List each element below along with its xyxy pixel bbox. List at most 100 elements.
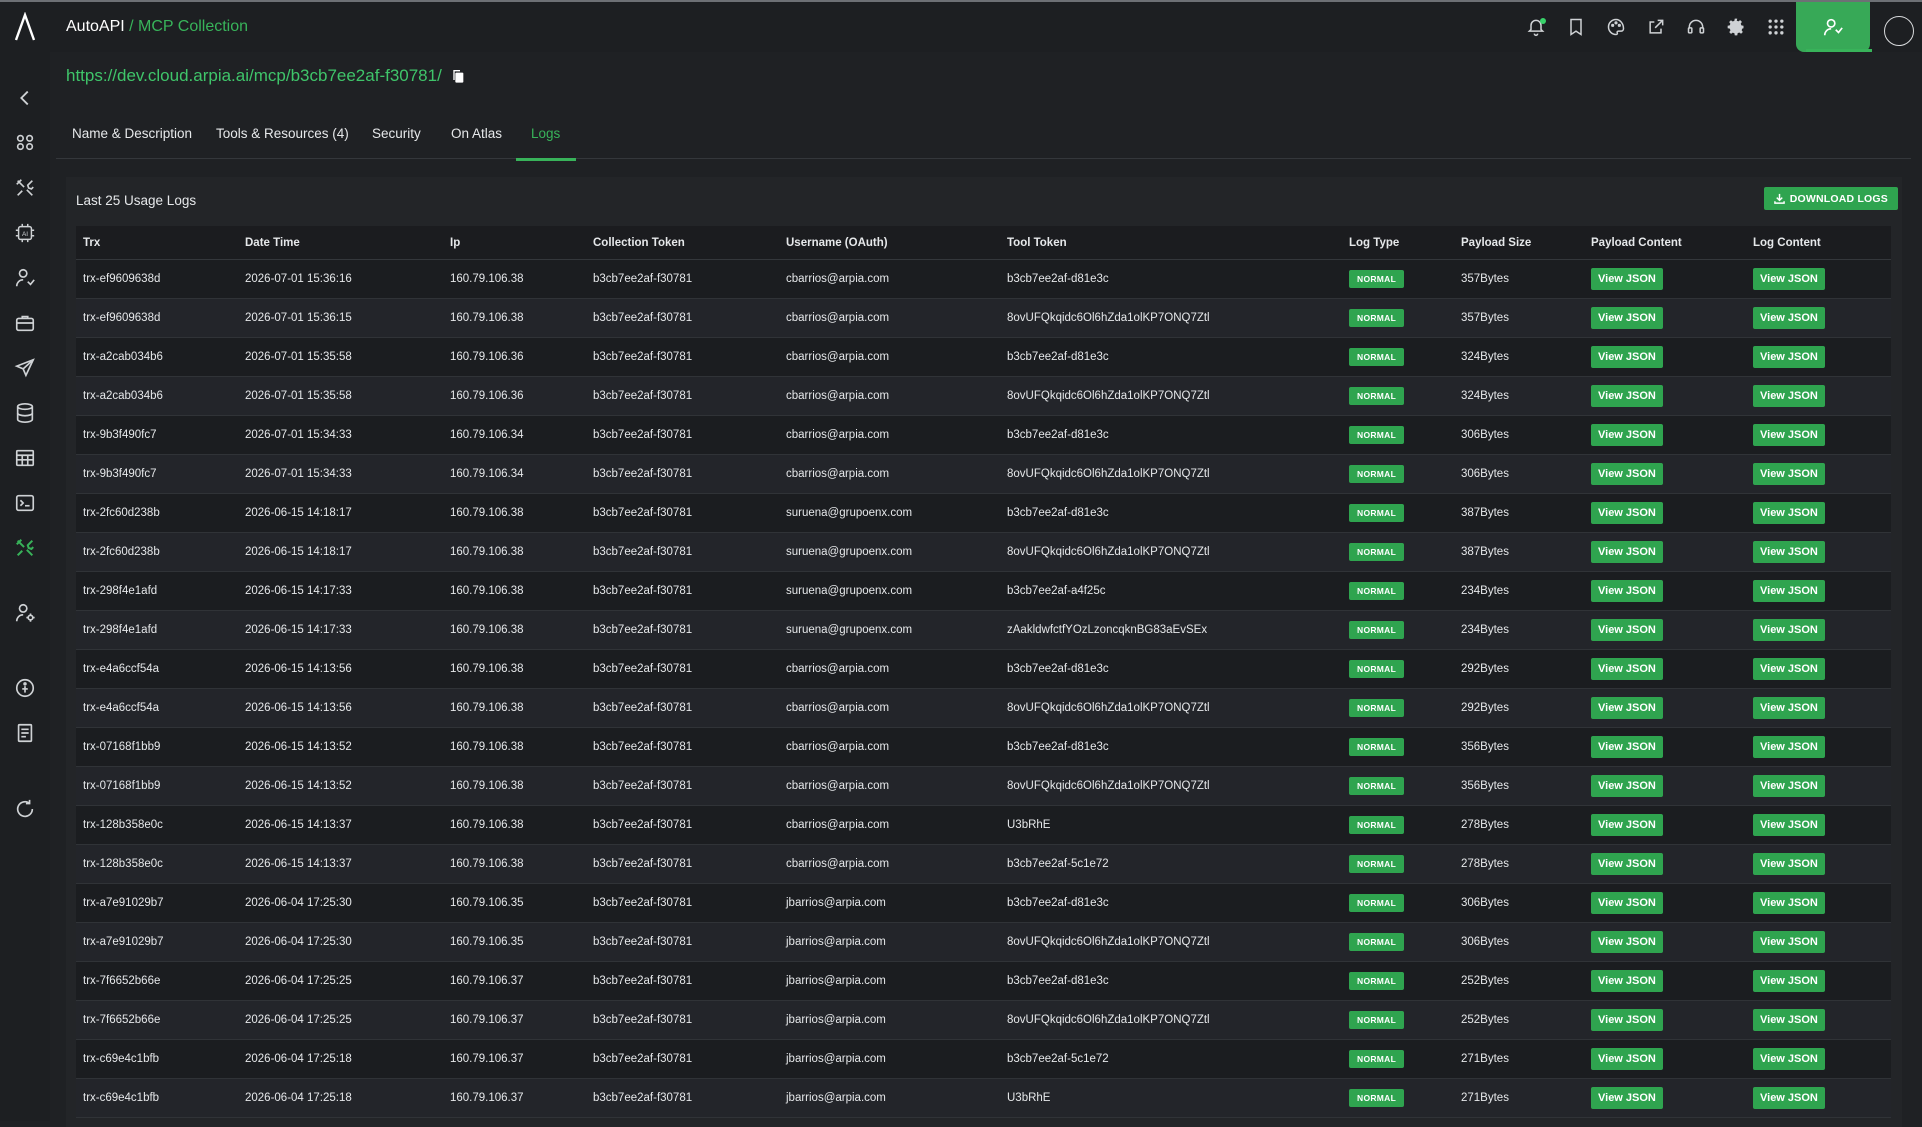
autoapi-icon[interactable] <box>13 536 37 560</box>
briefcase-icon[interactable] <box>13 311 37 335</box>
view-log-json-button[interactable]: View JSON <box>1753 1009 1825 1031</box>
column-header-payload-size[interactable]: Payload Size <box>1454 226 1584 260</box>
table-row[interactable]: trx-ef9609638d 2026-07-01 15:36:15 160.79.… <box>76 298 1891 338</box>
document-icon[interactable] <box>13 721 37 745</box>
modules-icon[interactable] <box>13 130 37 154</box>
view-log-json-button[interactable]: View JSON <box>1753 970 1825 992</box>
view-payload-json-button[interactable]: View JSON <box>1591 736 1663 758</box>
view-payload-json-button[interactable]: View JSON <box>1591 268 1663 290</box>
table-row[interactable]: trx-7f6652b66e 2026-06-04 17:25:25 160.79.… <box>76 961 1891 1001</box>
terminal-icon[interactable] <box>13 491 37 515</box>
table-row[interactable]: trx-298f4e1afd 2026-06-15 14:17:33 160.79.… <box>76 610 1891 650</box>
table-row[interactable]: trx-a7e91029b7 2026-06-04 17:25:30 160.79.… <box>76 883 1891 923</box>
avatar[interactable] <box>1884 16 1914 46</box>
tab-on-atlas[interactable]: On Atlas <box>451 126 502 158</box>
view-payload-json-button[interactable]: View JSON <box>1591 892 1663 914</box>
view-payload-json-button[interactable]: View JSON <box>1591 346 1663 368</box>
view-payload-json-button[interactable]: View JSON <box>1591 775 1663 797</box>
bookmark-icon[interactable] <box>1564 15 1588 39</box>
column-header-log-content[interactable]: Log Content <box>1746 226 1891 260</box>
view-log-json-button[interactable]: View JSON <box>1753 580 1825 602</box>
table-row[interactable]: trx-a7e91029b7 2026-06-04 17:25:30 160.79.… <box>76 922 1891 962</box>
copy-icon[interactable] <box>450 68 466 84</box>
view-log-json-button[interactable]: View JSON <box>1753 697 1825 719</box>
table-row[interactable]: trx-2fc60d238b 2026-06-15 14:18:17 160.79.… <box>76 532 1891 572</box>
view-log-json-button[interactable]: View JSON <box>1753 541 1825 563</box>
view-payload-json-button[interactable]: View JSON <box>1591 463 1663 485</box>
table-row[interactable]: trx-c69e4c1bfb 2026-06-04 17:25:18 160.79.… <box>76 1039 1891 1079</box>
column-header-date-time[interactable]: Date Time <box>238 226 443 260</box>
view-payload-json-button[interactable]: View JSON <box>1591 1048 1663 1070</box>
table-row[interactable]: trx-a2cab034b6 2026-07-01 15:35:58 160.79.… <box>76 376 1891 416</box>
view-payload-json-button[interactable]: View JSON <box>1591 619 1663 641</box>
palette-icon[interactable] <box>1604 15 1628 39</box>
send-icon[interactable] <box>13 356 37 380</box>
view-payload-json-button[interactable]: View JSON <box>1591 931 1663 953</box>
view-payload-json-button[interactable]: View JSON <box>1591 307 1663 329</box>
table-row[interactable]: trx-07168f1bb9 2026-06-15 14:13:52 160.79.… <box>76 727 1891 767</box>
tools-icon[interactable] <box>13 176 37 200</box>
view-payload-json-button[interactable]: View JSON <box>1591 424 1663 446</box>
tab-logs[interactable]: Logs <box>531 126 560 158</box>
view-log-json-button[interactable]: View JSON <box>1753 1087 1825 1109</box>
view-payload-json-button[interactable]: View JSON <box>1591 541 1663 563</box>
help-icon[interactable] <box>13 676 37 700</box>
column-header-collection-token[interactable]: Collection Token <box>586 226 779 260</box>
column-header-tool-token[interactable]: Tool Token <box>1000 226 1342 260</box>
view-log-json-button[interactable]: View JSON <box>1753 619 1825 641</box>
view-log-json-button[interactable]: View JSON <box>1753 502 1825 524</box>
headset-icon[interactable] <box>1684 15 1708 39</box>
collection-url[interactable]: https://dev.cloud.arpia.ai/mcp/b3cb7ee2a… <box>66 66 442 86</box>
view-log-json-button[interactable]: View JSON <box>1753 346 1825 368</box>
view-payload-json-button[interactable]: View JSON <box>1591 697 1663 719</box>
view-log-json-button[interactable]: View JSON <box>1753 463 1825 485</box>
view-log-json-button[interactable]: View JSON <box>1753 892 1825 914</box>
tab-name-description[interactable]: Name & Description <box>72 126 192 158</box>
table-icon[interactable] <box>13 446 37 470</box>
user-network-icon[interactable] <box>13 266 37 290</box>
table-row[interactable]: trx-128b358e0c 2026-06-15 14:13:37 160.79.… <box>76 844 1891 884</box>
view-log-json-button[interactable]: View JSON <box>1753 814 1825 836</box>
view-log-json-button[interactable]: View JSON <box>1753 268 1825 290</box>
view-log-json-button[interactable]: View JSON <box>1753 307 1825 329</box>
view-log-json-button[interactable]: View JSON <box>1753 1048 1825 1070</box>
database-icon[interactable] <box>13 401 37 425</box>
apps-grid-icon[interactable] <box>1764 15 1788 39</box>
column-header-log-type[interactable]: Log Type <box>1342 226 1454 260</box>
user-menu-tab[interactable] <box>1796 2 1872 52</box>
refresh-icon[interactable] <box>13 797 37 821</box>
table-row[interactable]: trx-9b3f490fc7 2026-07-01 15:34:33 160.79.… <box>76 454 1891 494</box>
table-row[interactable]: trx-a2cab034b6 2026-07-01 15:35:58 160.79.… <box>76 337 1891 377</box>
tab-tools-resources[interactable]: Tools & Resources (4) <box>216 126 349 158</box>
view-payload-json-button[interactable]: View JSON <box>1591 580 1663 602</box>
table-row[interactable]: trx-2fc60d238b 2026-06-15 14:18:17 160.79.… <box>76 493 1891 533</box>
tab-security[interactable]: Security <box>372 126 421 158</box>
bell-icon[interactable] <box>1524 15 1548 39</box>
table-row[interactable]: trx-128b358e0c 2026-06-15 14:13:37 160.79.… <box>76 805 1891 845</box>
table-row[interactable]: trx-e4a6ccf54a 2026-06-15 14:13:56 160.79.… <box>76 649 1891 689</box>
view-log-json-button[interactable]: View JSON <box>1753 775 1825 797</box>
view-log-json-button[interactable]: View JSON <box>1753 424 1825 446</box>
arpia-logo-icon[interactable] <box>14 12 36 42</box>
column-header-ip[interactable]: Ip <box>443 226 586 260</box>
view-payload-json-button[interactable]: View JSON <box>1591 502 1663 524</box>
view-payload-json-button[interactable]: View JSON <box>1591 853 1663 875</box>
column-header-username[interactable]: Username (OAuth) <box>779 226 1000 260</box>
view-payload-json-button[interactable]: View JSON <box>1591 1087 1663 1109</box>
view-payload-json-button[interactable]: View JSON <box>1591 1009 1663 1031</box>
view-payload-json-button[interactable]: View JSON <box>1591 814 1663 836</box>
view-log-json-button[interactable]: View JSON <box>1753 931 1825 953</box>
table-row[interactable]: trx-7f6652b66e 2026-06-04 17:25:25 160.79.… <box>76 1000 1891 1040</box>
user-settings-icon[interactable] <box>13 601 37 625</box>
column-header-trx[interactable]: Trx <box>76 226 238 260</box>
back-icon[interactable] <box>13 86 37 110</box>
view-payload-json-button[interactable]: View JSON <box>1591 658 1663 680</box>
view-log-json-button[interactable]: View JSON <box>1753 658 1825 680</box>
ai-chip-icon[interactable]: AI <box>13 221 37 245</box>
share-icon[interactable] <box>1644 15 1668 39</box>
download-logs-button[interactable]: DOWNLOAD LOGS <box>1763 187 1898 210</box>
breadcrumb-app[interactable]: AutoAPI <box>66 18 125 35</box>
view-payload-json-button[interactable]: View JSON <box>1591 385 1663 407</box>
table-row[interactable]: trx-c69e4c1bfb 2026-06-04 17:25:18 160.79.… <box>76 1078 1891 1118</box>
view-log-json-button[interactable]: View JSON <box>1753 853 1825 875</box>
